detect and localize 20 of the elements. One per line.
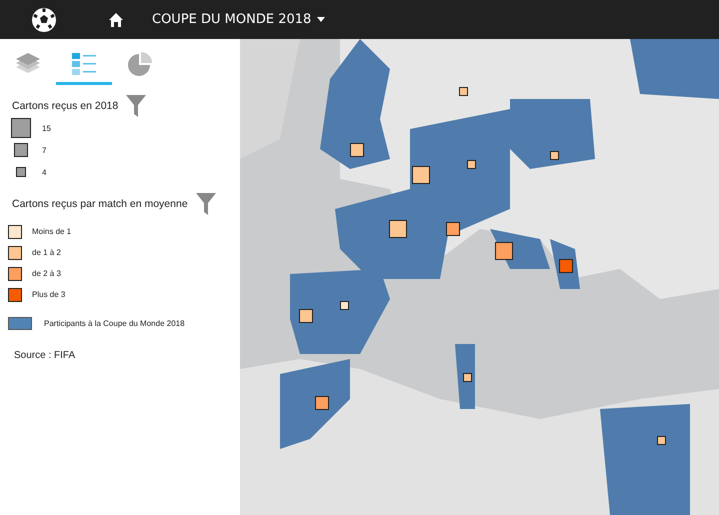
title-dropdown[interactable]: COUPE DU MONDE 2018	[152, 12, 326, 27]
legend-label: Participants à la Coupe du Monde 2018	[44, 319, 185, 328]
legend-icon	[72, 52, 96, 74]
filter-icon[interactable]	[126, 95, 146, 117]
legend-title: Cartons reçus par match en moyenne	[12, 198, 188, 210]
legend-title: Cartons reçus en 2018	[12, 100, 118, 112]
legend-label: Plus de 3	[32, 290, 66, 299]
legend-label: 15	[42, 124, 51, 132]
caret-icon	[317, 17, 326, 22]
layers-icon	[16, 52, 40, 74]
legend-label: 7	[42, 146, 46, 154]
source-text: Source : FIFA	[14, 350, 76, 361]
legend-label: de 2 à 3	[32, 269, 61, 278]
pie-chart-icon	[128, 52, 152, 76]
legend-label: 4	[42, 168, 46, 176]
filter-icon[interactable]	[196, 193, 216, 215]
legend-label: de 1 à 2	[32, 248, 61, 257]
home-icon[interactable]	[108, 12, 124, 28]
legend-label: Moins de 1	[32, 227, 72, 236]
soccer-ball-icon[interactable]	[30, 6, 58, 34]
